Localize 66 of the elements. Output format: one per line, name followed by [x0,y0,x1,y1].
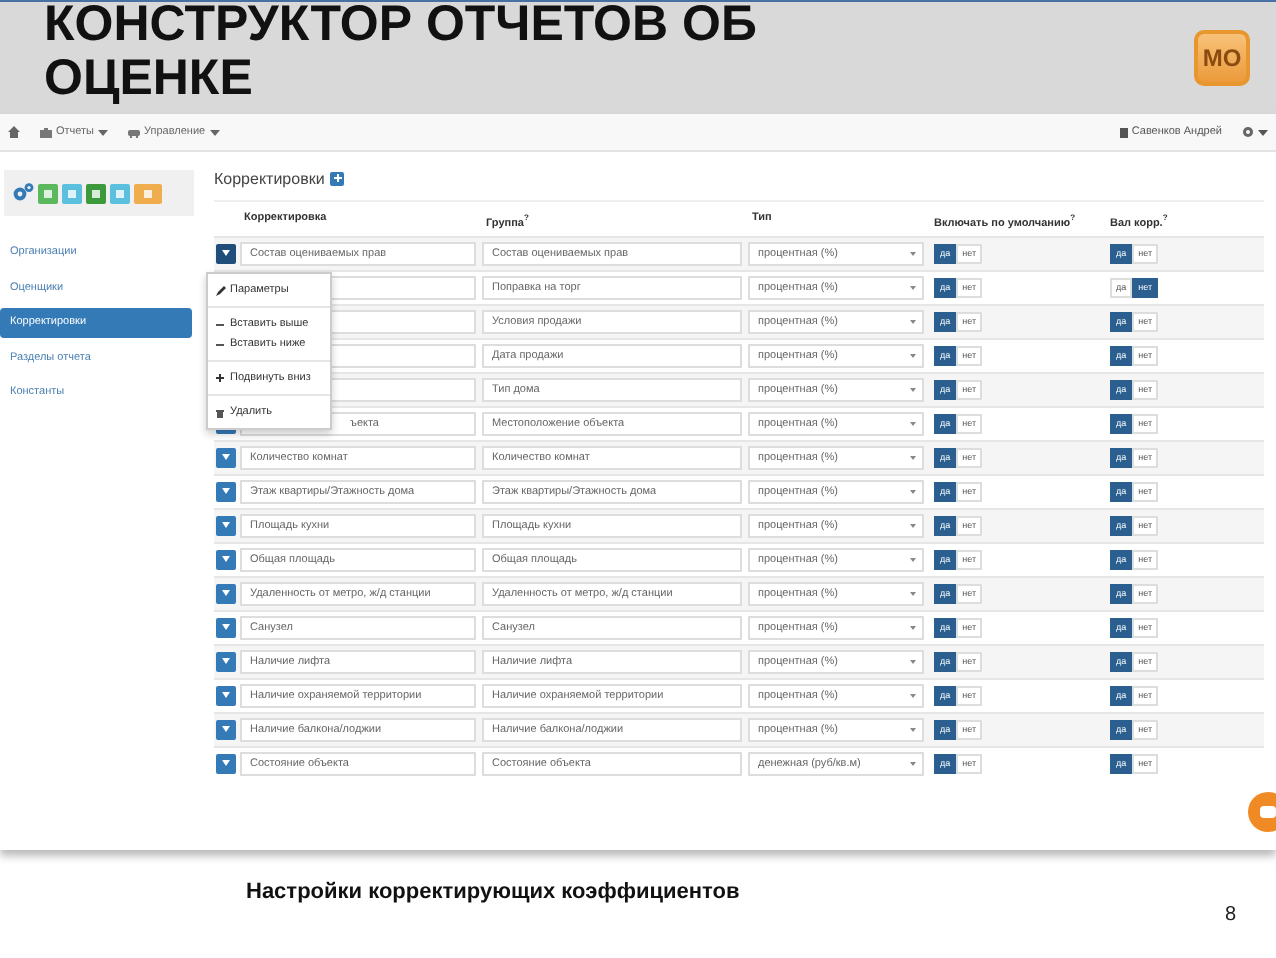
page-heading: Корректировки [214,169,325,187]
caret-icon [222,454,230,461]
caret-icon [222,250,230,257]
caret-icon [222,726,230,733]
caret-icon [910,625,916,630]
row-menu-button[interactable] [216,549,236,570]
chat-button[interactable] [1248,792,1276,832]
user-icon [68,189,76,197]
caret-icon [98,129,109,135]
row-menu-button[interactable] [216,481,236,502]
caret-icon [910,523,916,528]
folder-icon [144,189,152,197]
briefcase-icon [40,127,52,137]
plus-icon [333,174,342,182]
upload-icon [116,189,124,197]
chat-icon [1260,805,1276,819]
caret-icon [222,692,230,699]
row-menu-button[interactable] [216,583,236,604]
save-icon [44,189,52,197]
row-menu-button[interactable] [216,719,236,740]
row-menu-button[interactable] [216,617,236,638]
caret-icon [910,557,916,562]
caret-icon [222,760,230,767]
gears-icon [12,182,34,204]
settings-icon [1242,126,1254,138]
caret-icon [1258,129,1268,135]
trash-icon [216,407,226,417]
page-number: 8 [1224,904,1236,926]
caret-icon [910,319,916,324]
caret-icon [222,624,230,631]
caret-icon [222,590,230,597]
plus-icon [216,373,226,383]
caret-icon [910,387,916,392]
car-icon [128,127,141,137]
row-menu-button[interactable] [216,515,236,536]
home-icon[interactable] [8,126,20,138]
slide-title: КОНСТРУКТОР ОТЧЕТОВ ОБ ОЦЕНКЕ [44,2,759,106]
caret-icon [910,659,916,664]
caret-icon [222,556,230,563]
caret-icon [910,421,916,426]
settings-menu[interactable] [1242,126,1268,138]
caret-icon [222,488,230,495]
logo: МО [1194,30,1250,86]
caret-icon [910,761,916,766]
download-button[interactable] [86,183,106,203]
caret-icon [910,251,916,256]
caret-icon [910,489,916,494]
row-menu-button[interactable] [216,753,236,774]
user-icon [1119,127,1128,137]
download-icon [92,189,100,197]
caret-icon [910,727,916,732]
row-menu-button[interactable] [216,447,236,468]
slide-caption: Настройки корректирующих коэффициентов [246,880,740,904]
caret-icon [222,522,230,529]
caret-icon [209,129,220,135]
caret-icon [910,353,916,358]
caret-icon [910,455,916,460]
caret-icon [910,285,916,290]
caret-icon [910,591,916,596]
caret-icon [222,658,230,665]
caret-icon [910,693,916,698]
row-menu-button[interactable] [216,685,236,706]
row-menu-button[interactable] [216,651,236,672]
row-menu-button[interactable] [216,243,236,264]
pencil-icon [216,285,226,295]
add-button[interactable] [330,171,345,185]
